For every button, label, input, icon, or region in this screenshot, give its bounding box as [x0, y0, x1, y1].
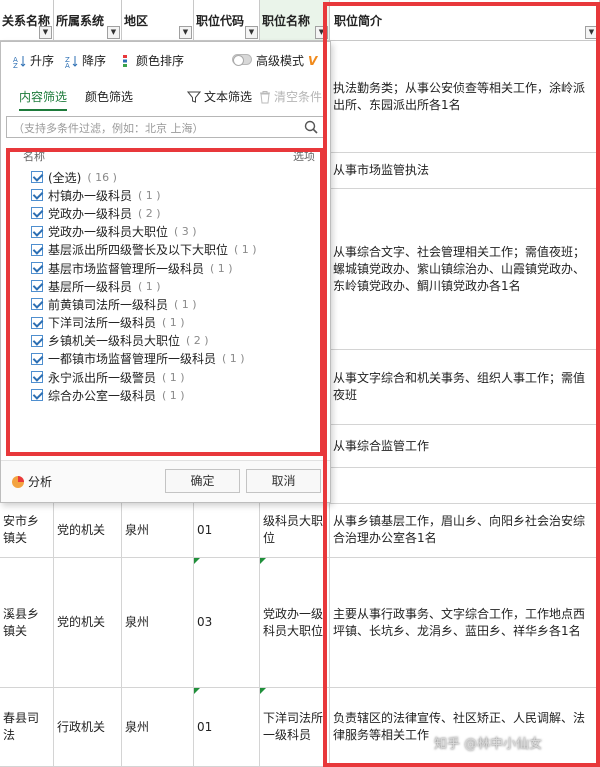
table-cell-code[interactable]: 01 — [194, 503, 260, 558]
filter-value-list: (全选)( 16 ) 村镇办一级科员( 1 ) 党政办一级科员( 2 ) 党政办… — [31, 168, 257, 404]
comment-marker-icon — [194, 558, 200, 564]
intro-cell[interactable]: 从事文字综合和机关事务、组织人事工作；需值夜班 — [330, 350, 600, 425]
intro-cell[interactable]: 执法勤务类；从事公安侦查等相关工作，涂岭派出所、东园派出所各1名 — [330, 41, 600, 153]
advanced-mode-toggle[interactable] — [232, 54, 252, 66]
checkbox-checked-icon[interactable] — [31, 298, 43, 311]
checkbox-checked-icon[interactable] — [31, 352, 43, 365]
table-cell-region[interactable]: 泉州 — [122, 688, 194, 767]
table-cell-region[interactable]: 泉州 — [122, 503, 194, 558]
column-header-system[interactable]: 所属系统 ▼ — [54, 0, 122, 41]
filter-dropdown-icon[interactable]: ▼ — [585, 26, 598, 39]
comment-marker-icon — [260, 688, 266, 694]
tab-content-filter[interactable]: 内容筛选 — [19, 88, 68, 111]
table-cell-region[interactable]: 泉州 — [122, 558, 194, 688]
checkbox-checked-icon[interactable] — [31, 171, 43, 184]
comment-marker-icon — [194, 688, 200, 694]
filter-item[interactable]: 基层市场监督管理所一级科员( 1 ) — [31, 259, 257, 277]
filter-dropdown-icon[interactable]: ▼ — [179, 26, 192, 39]
checkbox-checked-icon[interactable] — [31, 225, 43, 238]
comment-marker-icon — [260, 558, 266, 564]
search-icon[interactable] — [304, 120, 318, 134]
pie-chart-icon — [12, 475, 24, 488]
advanced-mode-badge-icon: V — [308, 53, 318, 68]
filter-dropdown-icon[interactable]: ▼ — [39, 26, 52, 39]
checkbox-checked-icon[interactable] — [31, 262, 43, 275]
filter-panel: AZ 升序 ZA 降序 颜色排序 高级模式 V 内容筛选 颜色筛选 文本筛选 清… — [0, 41, 331, 503]
checkbox-checked-icon[interactable] — [31, 316, 43, 329]
svg-text:Z: Z — [13, 62, 18, 68]
color-sort-icon — [123, 54, 127, 67]
intro-cell[interactable] — [330, 468, 600, 504]
filter-dropdown-icon[interactable]: ▼ — [315, 26, 328, 39]
filter-item[interactable]: 永宁派出所一级警员( 1 ) — [31, 368, 257, 386]
checkbox-checked-icon[interactable] — [31, 280, 43, 293]
analysis-button[interactable]: 分析 — [11, 473, 52, 490]
table-cell-intro[interactable]: 负责辖区的法律宣传、社区矫正、人民调解、法律服务等相关工作 — [330, 688, 600, 767]
checkbox-checked-icon[interactable] — [31, 207, 43, 220]
tab-color-filter[interactable]: 颜色筛选 — [85, 88, 133, 111]
filter-dropdown-icon[interactable]: ▼ — [107, 26, 120, 39]
advanced-mode-label: 高级模式 V — [256, 53, 318, 69]
filter-dropdown-icon[interactable]: ▼ — [245, 26, 258, 39]
filter-item[interactable]: 党政办一级科员( 2 ) — [31, 204, 257, 222]
options-button[interactable]: 选项 — [293, 148, 315, 164]
filter-item[interactable]: 前黄镇司法所一级科员( 1 ) — [31, 295, 257, 313]
sort-ascending-icon: AZ — [13, 55, 26, 68]
ok-button[interactable]: 确定 — [165, 469, 240, 493]
intro-cell[interactable]: 从事综合监管工作 — [330, 425, 600, 468]
filter-search-input[interactable]: （支持多条件过滤，例如：北京 上海） — [6, 116, 324, 138]
checkbox-checked-icon[interactable] — [31, 371, 43, 384]
table-cell-name[interactable]: 溪县乡镇关 — [0, 558, 54, 688]
filter-item[interactable]: 基层派出所四级警长及以下大职位( 1 ) — [31, 241, 257, 259]
filter-item[interactable]: 乡镇机关一级科员大职位( 2 ) — [31, 332, 257, 350]
filter-panel-footer: 分析 确定 取消 — [1, 460, 330, 502]
table-cell-system[interactable]: 党的机关 — [54, 503, 122, 558]
column-header-name[interactable]: 关系名称 ▼ — [0, 0, 54, 41]
filter-item[interactable]: 党政办一级科员大职位( 3 ) — [31, 223, 257, 241]
table-cell-intro[interactable]: 从事乡镇基层工作，眉山乡、向阳乡社会治安综合治理办公室各1名 — [330, 503, 600, 558]
table-cell-code[interactable]: 01 — [194, 688, 260, 767]
watermark: 知乎 @林中小仙女 — [434, 737, 543, 752]
checkbox-checked-icon[interactable] — [31, 189, 43, 202]
checkbox-checked-icon[interactable] — [31, 389, 43, 402]
table-cell-position[interactable]: 党政办一级科员大职位 — [260, 558, 330, 688]
filter-item[interactable]: 一都镇市场监督管理所一级科员( 1 ) — [31, 350, 257, 368]
table-cell-system[interactable]: 行政机关 — [54, 688, 122, 767]
filter-item-select-all[interactable]: (全选)( 16 ) — [31, 168, 257, 186]
filter-item[interactable]: 村镇办一级科员( 1 ) — [31, 186, 257, 204]
table-cell-code[interactable]: 03 — [194, 558, 260, 688]
filter-item[interactable]: 综合办公室一级科员( 1 ) — [31, 386, 257, 404]
filter-item[interactable]: 下洋司法所一级科员( 1 ) — [31, 314, 257, 332]
filter-list-header: 名称 选项 — [23, 148, 315, 164]
filter-item[interactable]: 基层所一级科员( 1 ) — [31, 277, 257, 295]
column-header-position-intro[interactable]: 职位简介 ▼ — [330, 0, 600, 41]
funnel-icon — [187, 91, 201, 103]
column-header-position-name[interactable]: 职位名称 ▼ — [260, 0, 330, 41]
intro-cell[interactable]: 从事市场监管执法 — [330, 153, 600, 189]
checkbox-checked-icon[interactable] — [31, 243, 43, 256]
table-cell-position[interactable]: 级科员大职位 — [260, 503, 330, 558]
trash-icon — [260, 90, 270, 103]
sort-descending-button[interactable]: ZA 降序 — [65, 52, 106, 69]
table-cell-system[interactable]: 党的机关 — [54, 558, 122, 688]
column-header-region[interactable]: 地区 ▼ — [122, 0, 194, 41]
cancel-button[interactable]: 取消 — [246, 469, 321, 493]
table-cell-name[interactable]: 安市乡镇关 — [0, 503, 54, 558]
color-sort-button[interactable]: 颜色排序 — [121, 52, 184, 69]
svg-text:A: A — [65, 62, 70, 68]
table-cell-name[interactable]: 春县司法 — [0, 688, 54, 767]
clear-conditions-button[interactable]: 清空条件 — [259, 88, 329, 105]
intro-cell[interactable]: 从事综合文字、社会管理相关工作；需值夜班；螺城镇党政办、紫山镇综治办、山霞镇党政… — [330, 189, 600, 350]
sort-ascending-button[interactable]: AZ 升序 — [13, 52, 54, 69]
table-cell-intro[interactable]: 主要从事行政事务、文字综合工作，工作地点西坪镇、长坑乡、龙涓乡、蓝田乡、祥华乡各… — [330, 558, 600, 688]
checkbox-checked-icon[interactable] — [31, 334, 43, 347]
sort-descending-icon: ZA — [65, 55, 78, 68]
text-filter-button[interactable]: 文本筛选 — [187, 88, 252, 105]
table-cell-position[interactable]: 下洋司法所一级科员 — [260, 688, 330, 767]
column-header-position-code[interactable]: 职位代码 ▼ — [194, 0, 260, 41]
